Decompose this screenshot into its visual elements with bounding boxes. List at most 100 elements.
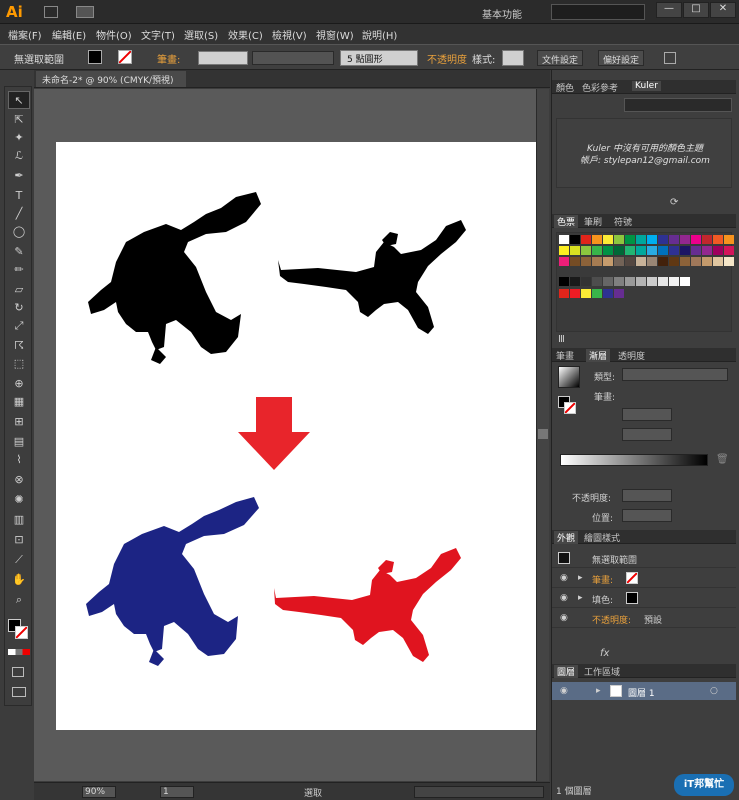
menu-type[interactable]: 文字(T) bbox=[141, 27, 175, 42]
ellipse-icon[interactable]: ◯ bbox=[8, 223, 30, 241]
color-swatch[interactable] bbox=[570, 277, 580, 286]
appearance-fill-row[interactable]: ◉ ▸ 填色: bbox=[552, 588, 736, 608]
refresh-icon[interactable]: ⟳ bbox=[670, 197, 678, 208]
black-dancer-freeze[interactable] bbox=[88, 192, 261, 364]
kuler-search-field[interactable] bbox=[624, 98, 732, 112]
color-swatch[interactable] bbox=[581, 289, 591, 298]
color-swatch[interactable] bbox=[603, 277, 613, 286]
graphic-style-swatch[interactable] bbox=[502, 50, 524, 66]
eyedropper-icon[interactable]: ⌇ bbox=[8, 451, 30, 469]
color-swatch[interactable] bbox=[625, 235, 635, 244]
menu-edit[interactable]: 編輯(E) bbox=[52, 27, 86, 42]
color-swatch[interactable] bbox=[647, 235, 657, 244]
maximize-button[interactable]: □ bbox=[683, 2, 709, 18]
color-swatch[interactable] bbox=[636, 246, 646, 255]
color-swatch[interactable] bbox=[614, 257, 624, 266]
stroke-none-swatch[interactable] bbox=[118, 50, 132, 64]
appearance-stroke-label[interactable]: 筆畫: bbox=[592, 573, 613, 586]
color-swatch[interactable] bbox=[559, 277, 569, 286]
gradient-angle-field[interactable] bbox=[622, 408, 672, 421]
perspective-icon[interactable]: ▦ bbox=[8, 393, 30, 411]
color-swatch[interactable] bbox=[581, 257, 591, 266]
color-swatch[interactable] bbox=[636, 257, 646, 266]
tab-brushes[interactable]: 筆刷 bbox=[584, 215, 602, 228]
color-swatch[interactable] bbox=[603, 257, 613, 266]
magic-wand-icon[interactable]: ✦ bbox=[8, 129, 30, 147]
pen-icon[interactable]: ✒ bbox=[8, 167, 30, 185]
artboard-nav-field[interactable]: 1 bbox=[160, 786, 194, 798]
color-swatch[interactable] bbox=[592, 289, 602, 298]
color-swatch[interactable] bbox=[592, 257, 602, 266]
paintbrush-icon[interactable]: ✎ bbox=[8, 243, 30, 261]
opacity-label[interactable]: 不透明度 bbox=[427, 51, 467, 66]
appearance-stroke-row[interactable]: ◉ ▸ 筆畫: bbox=[552, 568, 736, 588]
red-dancer-split[interactable] bbox=[274, 548, 461, 662]
align-icon[interactable] bbox=[664, 52, 676, 64]
color-swatch[interactable] bbox=[713, 257, 723, 266]
close-button[interactable]: ✕ bbox=[710, 2, 736, 18]
gradient-location-field[interactable] bbox=[622, 509, 672, 522]
color-swatch[interactable] bbox=[680, 277, 690, 286]
color-swatch[interactable] bbox=[669, 246, 679, 255]
color-swatch[interactable] bbox=[581, 277, 591, 286]
eraser-icon[interactable]: ▱ bbox=[8, 281, 30, 299]
color-swatch[interactable] bbox=[658, 246, 668, 255]
color-swatch[interactable] bbox=[559, 257, 569, 266]
color-swatch[interactable] bbox=[559, 246, 569, 255]
status-mode[interactable]: 選取 bbox=[304, 786, 322, 799]
tab-artboards[interactable]: 工作區域 bbox=[584, 665, 620, 678]
search-field[interactable] bbox=[551, 4, 645, 20]
color-swatch[interactable] bbox=[680, 235, 690, 244]
color-swatch[interactable] bbox=[713, 246, 723, 255]
stroke-label[interactable]: 筆畫: bbox=[157, 51, 180, 66]
eye-icon[interactable]: ◉ bbox=[560, 686, 568, 696]
color-swatch[interactable] bbox=[724, 235, 734, 244]
scale-icon[interactable]: ⤢ bbox=[8, 317, 30, 335]
color-swatch[interactable] bbox=[658, 277, 668, 286]
preferences-button[interactable]: 偏好設定 bbox=[598, 50, 645, 66]
free-transform-icon[interactable]: ⬚ bbox=[8, 355, 30, 373]
layer-row[interactable]: ◉ ▸ 圖層 1 ○ bbox=[552, 682, 736, 700]
appearance-fill-swatch[interactable] bbox=[626, 592, 638, 604]
color-swatch[interactable] bbox=[570, 289, 580, 298]
color-swatch[interactable] bbox=[581, 235, 591, 244]
horizontal-scrollbar[interactable] bbox=[414, 786, 544, 798]
hand-icon[interactable]: ✋ bbox=[8, 571, 30, 589]
color-swatch[interactable] bbox=[625, 246, 635, 255]
color-swatch[interactable] bbox=[603, 246, 613, 255]
gradient-type-dropdown[interactable] bbox=[622, 368, 728, 381]
fx-icon[interactable]: fx bbox=[600, 648, 609, 659]
shape-builder-icon[interactable]: ⊕ bbox=[8, 375, 30, 393]
menu-select[interactable]: 選取(S) bbox=[184, 27, 218, 42]
tab-appearance[interactable]: 外觀 bbox=[554, 531, 579, 544]
color-swatch[interactable] bbox=[702, 257, 712, 266]
color-swatch[interactable] bbox=[669, 257, 679, 266]
color-mode-buttons[interactable] bbox=[8, 649, 30, 655]
blend-icon[interactable]: ⊗ bbox=[8, 471, 30, 489]
color-swatch[interactable] bbox=[724, 246, 734, 255]
gradient-thumbnail[interactable] bbox=[558, 366, 580, 388]
eye-icon[interactable]: ◉ bbox=[560, 613, 568, 623]
color-swatch[interactable] bbox=[636, 235, 646, 244]
tab-color[interactable]: 顏色 bbox=[556, 81, 574, 94]
color-swatch[interactable] bbox=[680, 257, 690, 266]
expand-icon[interactable]: ▸ bbox=[596, 686, 601, 696]
color-swatch[interactable] bbox=[658, 235, 668, 244]
symbol-sprayer-icon[interactable]: ✺ bbox=[8, 491, 30, 509]
menu-file[interactable]: 檔案(F) bbox=[8, 27, 42, 42]
fill-color-swatch[interactable] bbox=[88, 50, 102, 64]
arrange-documents-icon[interactable] bbox=[76, 6, 94, 18]
eye-icon[interactable]: ◉ bbox=[560, 593, 568, 603]
type-icon[interactable]: T bbox=[8, 187, 30, 205]
color-swatch[interactable] bbox=[592, 235, 602, 244]
color-swatch[interactable] bbox=[691, 235, 701, 244]
tab-graphic-styles[interactable]: 繪圖樣式 bbox=[584, 531, 620, 544]
vertical-scrollbar[interactable] bbox=[536, 89, 549, 781]
stroke-weight-field[interactable] bbox=[198, 51, 248, 65]
pencil-icon[interactable]: ✏ bbox=[8, 261, 30, 279]
color-swatch[interactable] bbox=[614, 246, 624, 255]
color-swatch[interactable] bbox=[647, 277, 657, 286]
color-swatch[interactable] bbox=[592, 277, 602, 286]
tab-stroke[interactable]: 筆畫 bbox=[556, 349, 574, 362]
workspace-switcher[interactable]: 基本功能 bbox=[482, 6, 522, 21]
